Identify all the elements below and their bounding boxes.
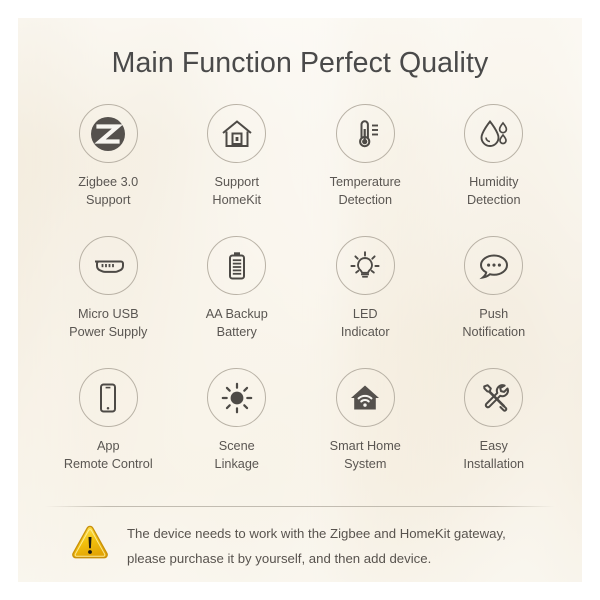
feature-item-micro-usb-power: Micro USB Power Supply xyxy=(44,236,173,368)
feature-item-easy-installation: Easy Installation xyxy=(430,368,559,500)
content-area: Main Function Perfect Quality Zigbee 3.0… xyxy=(0,0,600,600)
feature-item-led-indicator: LED Indicator xyxy=(301,236,430,368)
feature-item-scene-linkage: Scene Linkage xyxy=(173,368,302,500)
speech-bubble-icon xyxy=(464,236,524,295)
feature-item-app-remote-control: App Remote Control xyxy=(44,368,173,500)
feature-label: Temperature Detection xyxy=(329,175,401,207)
feature-label: AA Backup Battery xyxy=(205,307,268,339)
water-droplet-icon xyxy=(464,104,524,163)
light-bulb-icon xyxy=(335,236,395,295)
feature-label: Zigbee 3.0 Support xyxy=(78,175,139,207)
feature-label: Humidity Detection xyxy=(466,175,521,207)
zigbee-logo-icon xyxy=(78,104,138,163)
battery-icon xyxy=(207,236,267,295)
footer-divider xyxy=(45,506,555,507)
micro-usb-port-icon xyxy=(78,236,138,295)
feature-item-zigbee-support: Zigbee 3.0 Support xyxy=(44,104,173,236)
house-wifi-icon xyxy=(335,368,395,427)
smartphone-icon xyxy=(78,368,138,427)
feature-item-push-notification: Push Notification xyxy=(430,236,559,368)
warning-triangle-icon xyxy=(71,524,109,565)
feature-label: Micro USB Power Supply xyxy=(69,307,148,339)
homekit-house-icon xyxy=(207,104,267,163)
feature-grid: Zigbee 3.0 Support Support HomeKit Tempe… xyxy=(44,104,558,500)
feature-label: LED Indicator xyxy=(340,307,390,339)
page-title: Main Function Perfect Quality xyxy=(111,47,489,79)
feature-item-homekit-support: Support HomeKit xyxy=(173,104,302,236)
feature-label: Easy Installation xyxy=(463,439,525,471)
feature-label: App Remote Control xyxy=(63,439,153,471)
feature-item-temperature-detection: Temperature Detection xyxy=(301,104,430,236)
sun-icon xyxy=(207,368,267,427)
footer-notice: The device needs to work with the Zigbee… xyxy=(45,521,555,571)
thermometer-icon xyxy=(335,104,395,163)
feature-label: Push Notification xyxy=(462,307,526,339)
product-feature-infographic: Main Function Perfect Quality Zigbee 3.0… xyxy=(0,0,600,600)
feature-item-backup-battery: AA Backup Battery xyxy=(173,236,302,368)
feature-label: Smart Home System xyxy=(329,439,401,471)
feature-label: Scene Linkage xyxy=(214,439,259,471)
feature-item-smart-home-system: Smart Home System xyxy=(301,368,430,500)
feature-item-humidity-detection: Humidity Detection xyxy=(430,104,559,236)
screwdriver-wrench-icon xyxy=(464,368,524,427)
feature-label: Support HomeKit xyxy=(212,175,262,207)
footer-notice-text: The device needs to work with the Zigbee… xyxy=(127,526,506,566)
